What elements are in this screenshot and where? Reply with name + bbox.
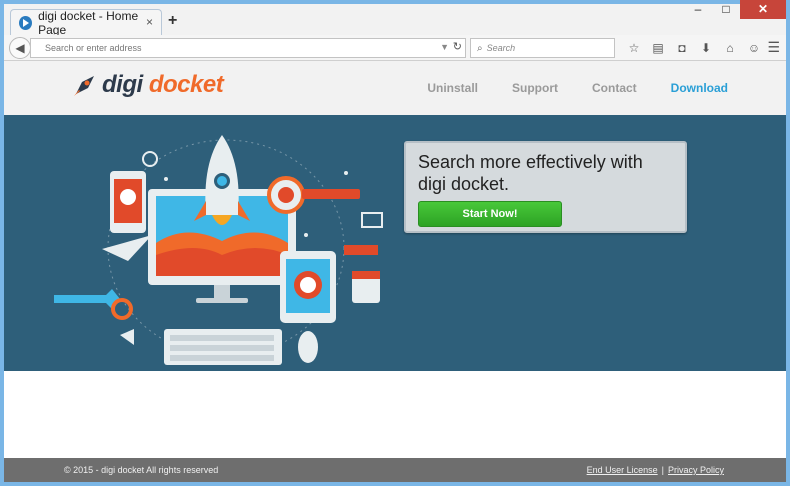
url-placeholder: Search or enter address bbox=[45, 43, 142, 53]
star-icon[interactable]: ☆ bbox=[622, 40, 646, 56]
logo-text-digi: digi bbox=[102, 71, 143, 98]
footer-separator: | bbox=[661, 465, 664, 475]
pocket-icon[interactable]: ◘ bbox=[670, 40, 694, 56]
back-icon: ◀ bbox=[15, 41, 25, 55]
lightbulb-icon bbox=[142, 151, 158, 167]
nav-uninstall[interactable]: Uninstall bbox=[427, 81, 478, 95]
favicon-icon bbox=[19, 15, 33, 30]
back-button[interactable]: ◀ bbox=[9, 37, 31, 59]
maximize-button[interactable]: □ bbox=[712, 0, 740, 19]
coffee-cup-icon bbox=[352, 271, 380, 303]
window-controls: – □ ✕ bbox=[684, 0, 786, 19]
hero-illustration bbox=[54, 135, 383, 365]
hero-headline: Search more effectively with digi docket… bbox=[418, 152, 643, 194]
reading-list-icon[interactable]: ▤ bbox=[646, 40, 670, 56]
url-dropdown-icon[interactable]: ▼ bbox=[440, 42, 449, 52]
site-logo[interactable]: digi docket bbox=[72, 71, 224, 99]
envelope-icon bbox=[361, 212, 383, 228]
tab-close-button[interactable]: × bbox=[146, 15, 153, 29]
mouse-icon bbox=[298, 331, 318, 363]
navigation-toolbar: ◀ Search or enter address ▼ ↻ ⌕ Search ☆… bbox=[4, 35, 786, 61]
paper-plane-icon bbox=[102, 235, 152, 261]
search-icon: ⌕ bbox=[477, 42, 483, 54]
browser-frame: digi docket - Home Page × + – □ ✕ ◀ Sear… bbox=[4, 0, 786, 482]
rocket-icon bbox=[194, 135, 250, 225]
download-icon[interactable]: ⬇ bbox=[694, 40, 718, 56]
start-now-button[interactable]: Start Now! bbox=[418, 201, 562, 227]
title-bar: digi docket - Home Page × + – □ ✕ bbox=[4, 0, 786, 37]
tab-title: digi docket - Home Page bbox=[38, 8, 139, 37]
menu-icon[interactable]: ☰ bbox=[767, 39, 780, 56]
nav-support[interactable]: Support bbox=[512, 81, 558, 95]
end-user-license-link[interactable]: End User License bbox=[587, 465, 658, 475]
minimize-button[interactable]: – bbox=[684, 0, 712, 19]
reload-icon[interactable]: ↻ bbox=[453, 40, 462, 53]
top-navigation: Uninstall Support Contact Download bbox=[427, 81, 728, 95]
rocket-logo-icon bbox=[74, 76, 94, 96]
search-input[interactable]: ⌕ Search bbox=[470, 38, 615, 58]
privacy-policy-link[interactable]: Privacy Policy bbox=[668, 465, 724, 475]
site-header: digi docket Uninstall Support Contact Do… bbox=[4, 61, 786, 115]
site-footer: © 2015 - digi docket All rights reserved… bbox=[4, 458, 786, 482]
cta-box: Search more effectively with digi docket… bbox=[404, 141, 687, 233]
nav-download[interactable]: Download bbox=[671, 81, 728, 95]
tablet-icon bbox=[280, 251, 336, 323]
usb-drive-icon bbox=[344, 245, 378, 255]
hero-banner: Search more effectively with digi docket… bbox=[4, 115, 786, 371]
magnifier-icon bbox=[267, 176, 360, 214]
web-page: digi docket Uninstall Support Contact Do… bbox=[4, 61, 786, 482]
new-tab-button[interactable]: + bbox=[168, 12, 177, 30]
search-placeholder: Search bbox=[486, 43, 516, 53]
nav-contact[interactable]: Contact bbox=[592, 81, 637, 95]
megaphone-icon bbox=[120, 329, 134, 345]
browser-window: digi docket - Home Page × + – □ ✕ ◀ Sear… bbox=[0, 0, 790, 486]
wrench-icon bbox=[54, 289, 120, 309]
chat-icon[interactable]: ☺ bbox=[742, 40, 766, 56]
keyboard-icon bbox=[164, 329, 282, 365]
logo-text-docket: docket bbox=[148, 71, 224, 98]
browser-tab[interactable]: digi docket - Home Page × bbox=[10, 8, 162, 37]
url-bar[interactable]: Search or enter address ▼ ↻ bbox=[30, 38, 466, 58]
copyright-text: © 2015 - digi docket All rights reserved bbox=[64, 465, 219, 475]
footer-links: End User License | Privacy Policy bbox=[587, 465, 724, 475]
toolbar-icons: ☆ ▤ ◘ ⬇ ⌂ ☺ bbox=[622, 40, 766, 56]
home-icon[interactable]: ⌂ bbox=[718, 40, 742, 56]
logo-text: digi docket bbox=[102, 71, 224, 99]
close-window-button[interactable]: ✕ bbox=[740, 0, 786, 19]
phone-icon bbox=[110, 171, 146, 233]
